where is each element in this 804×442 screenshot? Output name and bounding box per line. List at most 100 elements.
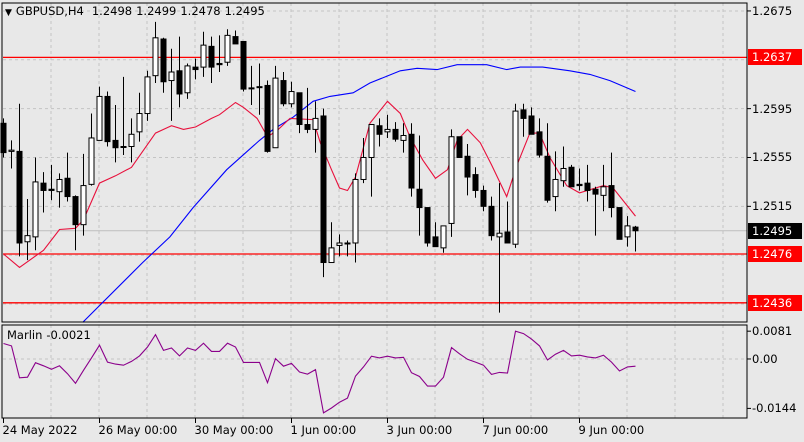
- candle: [280, 72, 287, 107]
- candle: [48, 164, 55, 201]
- candle-body-bull: [152, 37, 159, 77]
- candle-body-bull: [496, 232, 503, 238]
- candle-body-bull: [256, 86, 263, 89]
- candle-body-bear: [72, 196, 79, 226]
- candle: [496, 183, 503, 313]
- candle-body-bull: [32, 181, 39, 238]
- candle: [624, 216, 631, 247]
- candle: [120, 76, 127, 156]
- time-axis-label: 1 Jun 00:00: [290, 423, 357, 437]
- candle-body-bear: [472, 174, 479, 191]
- candle-body-bull: [384, 128, 391, 133]
- candle-body-bear: [40, 182, 47, 191]
- candle: [328, 222, 335, 264]
- candle-body-bull: [24, 235, 31, 243]
- candle: [216, 35, 223, 73]
- candle-body-bear: [568, 166, 575, 188]
- marlin-indicator: [3, 330, 636, 414]
- price-axis-label: 1.2555: [752, 150, 793, 165]
- candle-body-bear: [240, 40, 247, 90]
- candle-body-bull: [344, 242, 351, 245]
- candle: [456, 136, 463, 158]
- candle-body-bear: [192, 66, 199, 71]
- time-axis-label: 3 Jun 00:00: [386, 423, 453, 437]
- candle-body-bear: [504, 231, 511, 244]
- main-pane-border: [1, 2, 748, 323]
- candle-body-bear: [208, 45, 215, 68]
- candle: [424, 207, 431, 247]
- candle-body-bear: [104, 95, 111, 143]
- candle-body-bull: [184, 65, 191, 94]
- candle: [432, 222, 439, 248]
- candle: [544, 123, 551, 203]
- candle-body-bear: [608, 185, 615, 209]
- candle-body-bear: [592, 188, 599, 195]
- candle-body-bear: [216, 62, 223, 66]
- candle: [144, 70, 151, 121]
- candle: [56, 173, 63, 208]
- candle-body-bear: [48, 188, 55, 191]
- candle: [112, 104, 119, 163]
- candle-body-bull: [312, 117, 319, 130]
- price-axis-label: 1.2675: [752, 3, 793, 18]
- candle: [560, 146, 567, 187]
- time-axis-label: 24 May 2022: [2, 423, 78, 437]
- candle-body-bull: [552, 178, 559, 198]
- candle-body-bear: [408, 133, 415, 189]
- candle-body-bear: [464, 155, 471, 178]
- candle-body-bull: [136, 113, 143, 133]
- candle: [536, 118, 543, 158]
- candle-body-bull: [440, 225, 447, 249]
- candle: [600, 164, 607, 212]
- candle: [176, 36, 183, 108]
- price-chart[interactable]: [0, 0, 804, 442]
- candle-body-bull: [120, 146, 127, 149]
- candle: [352, 173, 359, 263]
- indicator-axis-label: 0.0081: [752, 324, 793, 339]
- candle-body-bull: [88, 137, 95, 185]
- candle-body-bear: [160, 38, 167, 83]
- candle: [448, 129, 455, 237]
- candle-body-bull: [448, 136, 455, 224]
- candle-body-bear: [480, 189, 487, 207]
- time-axis-label: 30 May 00:00: [194, 423, 274, 437]
- candle: [272, 65, 279, 149]
- candle: [80, 153, 87, 236]
- candle: [400, 123, 407, 153]
- candle-body-bear: [304, 124, 311, 130]
- candle-body-bear: [536, 131, 543, 156]
- ohlc-close: 1.2495: [224, 4, 265, 18]
- time-axis-label: 7 Jun 00:00: [482, 423, 549, 437]
- collapse-triangle-icon[interactable]: ▼: [5, 8, 12, 18]
- candle-body-bull: [80, 185, 87, 226]
- candle: [584, 164, 591, 202]
- candle: [232, 30, 239, 45]
- chart-frame: [1, 2, 751, 423]
- candle-body-bear: [544, 155, 551, 201]
- candle: [24, 199, 31, 261]
- candle-body-bear: [520, 109, 527, 119]
- candle-body-bull: [8, 149, 15, 152]
- candle-body-bear: [456, 136, 463, 158]
- level-price-tag: 1.2637: [748, 49, 802, 66]
- ohlc-low: 1.2478: [180, 4, 221, 18]
- ohlc-high: 1.2499: [136, 4, 177, 18]
- candle-body-bear: [376, 125, 383, 135]
- candle-body-bear: [576, 183, 583, 187]
- candle-body-bull: [624, 225, 631, 238]
- candle: [552, 151, 559, 212]
- candle: [608, 152, 615, 218]
- candle-body-bear: [528, 115, 535, 135]
- candle: [592, 186, 599, 236]
- ohlc-open: 1.2498: [91, 4, 133, 18]
- candle-body-bear: [416, 188, 423, 209]
- candle: [256, 63, 263, 115]
- candle-body-bear: [112, 139, 119, 149]
- candle: [104, 91, 111, 147]
- candle: [88, 113, 95, 186]
- candle: [240, 40, 247, 92]
- candle-body-bear: [264, 84, 271, 152]
- candle: [512, 103, 519, 248]
- candle: [360, 137, 367, 184]
- candle-body-bear: [584, 182, 591, 191]
